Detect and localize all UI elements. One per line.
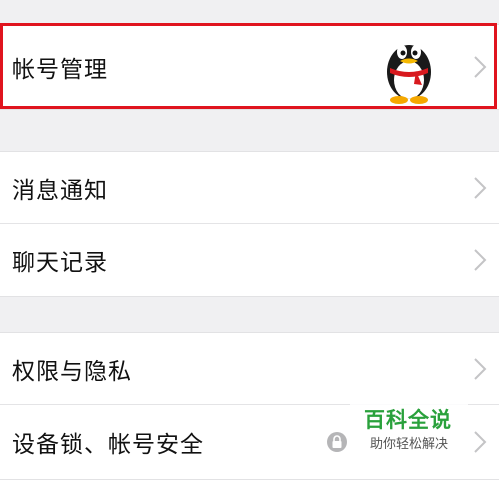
chevron-right-icon: [474, 177, 487, 199]
settings-item-label: 权限与隐私: [12, 359, 132, 385]
settings-item-chat-history[interactable]: 聊天记录: [0, 224, 499, 297]
lock-icon: [327, 432, 347, 452]
avatar[interactable]: [378, 30, 440, 104]
chevron-right-icon: [474, 358, 487, 380]
settings-item-label: 消息通知: [12, 178, 108, 204]
watermark-subtitle: 助你轻松解决: [370, 437, 449, 452]
settings-item-label: 帐号管理: [12, 57, 108, 83]
chevron-right-icon: [474, 249, 487, 271]
settings-item-label: 聊天记录: [12, 250, 108, 276]
chevron-right-icon: [474, 56, 487, 78]
watermark: 百科全说 助你轻松解决: [350, 400, 468, 458]
watermark-title: 百科全说: [364, 408, 452, 432]
settings-item-notifications[interactable]: 消息通知: [0, 151, 499, 224]
chevron-right-icon: [474, 431, 487, 453]
settings-item-privacy[interactable]: 权限与隐私: [0, 332, 499, 405]
settings-item-label: 设备锁、帐号安全: [12, 432, 204, 458]
